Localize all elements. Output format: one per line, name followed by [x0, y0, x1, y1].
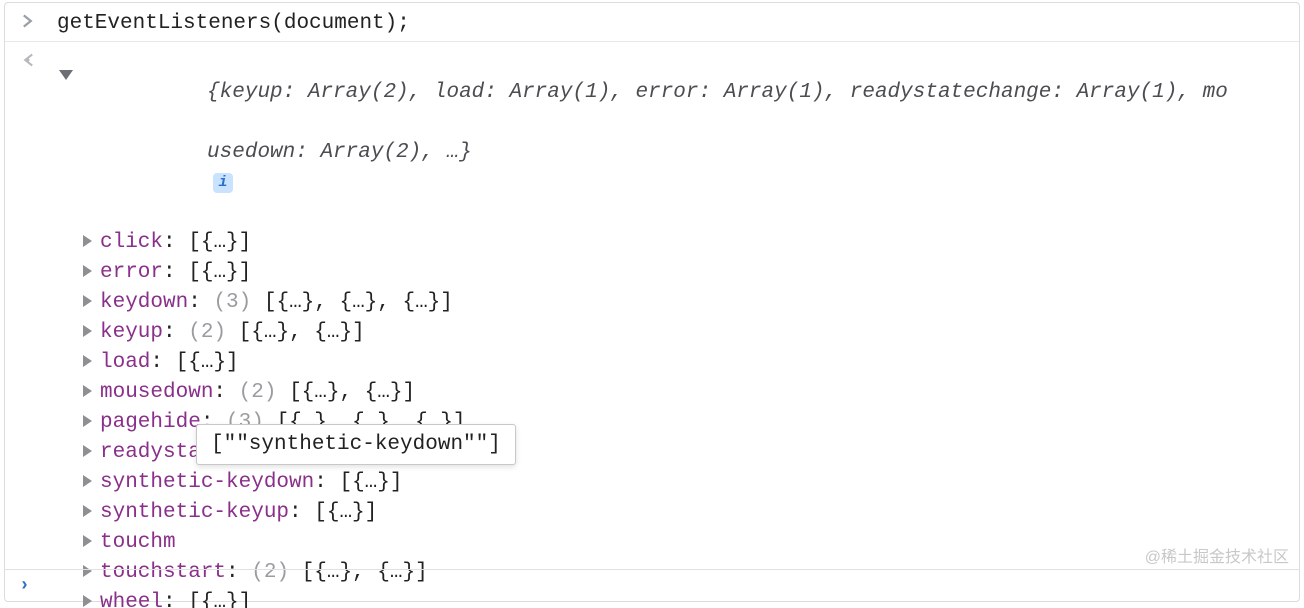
colon: :	[163, 261, 188, 284]
expand-triangle-icon[interactable]	[83, 295, 92, 307]
colon: :	[314, 471, 339, 494]
console-prompt-row[interactable]: ›	[5, 569, 1299, 601]
expand-triangle-icon[interactable]	[83, 325, 92, 337]
property-value: [{…}, {…}]	[289, 381, 415, 404]
chevron-right-icon: ›	[19, 576, 30, 596]
property-row[interactable]: synthetic-keydown: [{…}]	[57, 468, 1299, 498]
property-row[interactable]: keyup: (2) [{…}, {…}]	[57, 318, 1299, 348]
property-row[interactable]: synthetic-keyup: [{…}]	[57, 498, 1299, 528]
expand-triangle-icon[interactable]	[83, 475, 92, 487]
watermark: @稀土掘金技术社区	[1145, 543, 1289, 567]
summary-line-1: {keyup: Array(2), load: Array(1), error:…	[207, 81, 1228, 104]
property-row[interactable]: load: [{…}]	[57, 348, 1299, 378]
object-summary[interactable]: {keyup: Array(2), load: Array(1), error:…	[57, 48, 1299, 228]
colon: :	[163, 321, 188, 344]
expand-triangle-icon[interactable]	[83, 235, 92, 247]
property-key: mousedown	[100, 381, 213, 404]
colon: :	[188, 291, 213, 314]
property-value: [{…}, {…}]	[239, 321, 365, 344]
property-key: load	[100, 351, 150, 374]
console-input-code[interactable]: getEventListeners(document);	[51, 9, 1299, 39]
expand-triangle-icon[interactable]	[83, 385, 92, 397]
console-input-row: getEventListeners(document);	[5, 3, 1299, 42]
expand-triangle-icon[interactable]	[83, 445, 92, 457]
property-value: [{…}]	[176, 351, 239, 374]
property-key: keyup	[100, 321, 163, 344]
property-row[interactable]: click: [{…}]	[57, 228, 1299, 258]
property-value: [{…}]	[339, 471, 402, 494]
tooltip: [""synthetic-keydown""]	[196, 424, 516, 465]
summary-line-2: usedown: Array(2), …}	[207, 141, 472, 164]
chevron-right-icon	[21, 14, 35, 28]
console-output-row: {keyup: Array(2), load: Array(1), error:…	[5, 42, 1299, 608]
property-key: touchm	[100, 531, 176, 554]
expand-triangle-icon[interactable]	[83, 535, 92, 547]
output-indicator	[5, 48, 51, 67]
colon: :	[213, 381, 238, 404]
expand-triangle-icon[interactable]	[83, 505, 92, 517]
property-row[interactable]: mousedown: (2) [{…}, {…}]	[57, 378, 1299, 408]
input-indicator	[5, 9, 51, 28]
property-count: (2)	[239, 381, 289, 404]
property-value: [{…}]	[314, 501, 377, 524]
property-key: error	[100, 261, 163, 284]
property-value: [{…}]	[188, 231, 251, 254]
return-icon	[21, 53, 35, 67]
console-output-content: {keyup: Array(2), load: Array(1), error:…	[51, 48, 1299, 608]
property-value: [{…}]	[188, 261, 251, 284]
property-row[interactable]: keydown: (3) [{…}, {…}, {…}]	[57, 288, 1299, 318]
colon: :	[150, 351, 175, 374]
info-icon[interactable]	[213, 173, 233, 193]
console-panel: getEventListeners(document); {keyup: Arr…	[4, 2, 1300, 602]
property-key: pagehide	[100, 411, 201, 434]
property-key: keydown	[100, 291, 188, 314]
colon: :	[289, 501, 314, 524]
expand-triangle-icon[interactable]	[83, 355, 92, 367]
colon: :	[163, 231, 188, 254]
expand-triangle-icon[interactable]	[83, 415, 92, 427]
property-row[interactable]: touchm	[57, 528, 1299, 558]
property-value: [{…}, {…}, {…}]	[264, 291, 453, 314]
object-properties: click: [{…}]error: [{…}]keydown: (3) [{……	[57, 228, 1299, 608]
property-row[interactable]: error: [{…}]	[57, 258, 1299, 288]
expand-toggle-icon[interactable]	[59, 70, 73, 80]
property-count: (3)	[213, 291, 263, 314]
expand-triangle-icon[interactable]	[83, 265, 92, 277]
property-count: (2)	[188, 321, 238, 344]
property-key: click	[100, 231, 163, 254]
property-key: synthetic-keyup	[100, 501, 289, 524]
property-key: synthetic-keydown	[100, 471, 314, 494]
